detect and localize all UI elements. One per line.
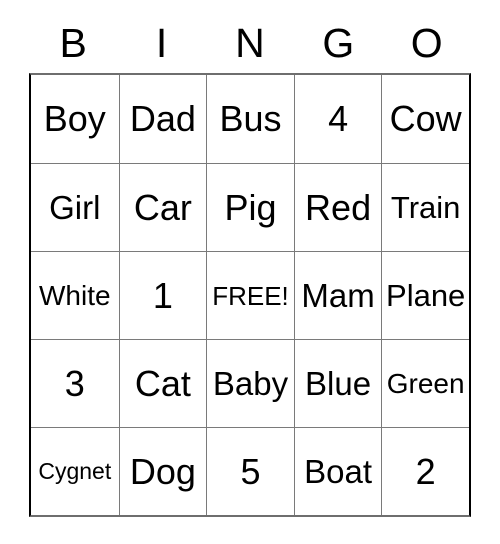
bingo-cell[interactable]: Dog xyxy=(118,427,207,515)
bingo-cell-label: Cow xyxy=(389,98,462,139)
bingo-row: Cygnet Dog 5 Boat 2 xyxy=(31,427,469,515)
bingo-cell-label: Green xyxy=(386,367,465,399)
bingo-cell-label: 5 xyxy=(240,450,261,492)
bingo-cell[interactable]: White xyxy=(31,251,119,339)
bingo-cell-label: Mam xyxy=(301,277,375,314)
bingo-row: 3 Cat Baby Blue Green xyxy=(31,339,469,427)
bingo-cell-label: Baby xyxy=(212,365,289,402)
bingo-cell[interactable]: Boy xyxy=(31,75,119,163)
bingo-cell[interactable]: Dad xyxy=(118,75,207,163)
bingo-cell-label: Car xyxy=(133,186,192,228)
bingo-cell-label: Boy xyxy=(43,98,106,139)
bingo-cell-label: Cygnet xyxy=(38,458,112,484)
bingo-header-letter: O xyxy=(410,20,443,66)
bingo-cell[interactable]: Train xyxy=(381,163,469,251)
bingo-cell[interactable]: Blue xyxy=(293,339,382,427)
bingo-header-row: BINGO xyxy=(29,0,471,73)
bingo-cell-label: Cat xyxy=(134,362,191,404)
bingo-card: B I N G O Boy Dad Bus 4 Cow Girl Car Pig Red Train Whi… xyxy=(29,0,471,517)
bingo-header-letter: I xyxy=(155,20,168,66)
bingo-cell-label: Plane xyxy=(386,278,466,313)
bingo-cell-label: Pig xyxy=(224,186,277,228)
bingo-free-space[interactable]: FREE! xyxy=(206,251,294,339)
bingo-cell-label: 1 xyxy=(152,274,173,316)
bingo-cell-label: Blue xyxy=(305,365,372,402)
bingo-cell[interactable]: Girl xyxy=(31,163,119,251)
bingo-cell-label: FREE! xyxy=(212,280,289,311)
bingo-header-letter: B xyxy=(59,20,87,66)
bingo-cell[interactable]: Red xyxy=(293,163,382,251)
bingo-cell-label: Bus xyxy=(219,98,282,139)
bingo-cell-label: Train xyxy=(390,190,461,225)
bingo-cell[interactable]: Mam xyxy=(293,251,382,339)
bingo-cell-label: 2 xyxy=(415,450,436,492)
bingo-cell[interactable]: Cygnet xyxy=(31,427,119,515)
bingo-cell-label: Girl xyxy=(49,189,101,226)
bingo-cell-label: Dad xyxy=(129,98,196,139)
bingo-cell[interactable]: Pig xyxy=(206,163,294,251)
bingo-cell-label: Red xyxy=(305,186,372,228)
bingo-cell[interactable]: 3 xyxy=(31,339,119,427)
bingo-cell[interactable]: Boat xyxy=(293,427,382,515)
bingo-cell[interactable]: 1 xyxy=(118,251,207,339)
bingo-row: Boy Dad Bus 4 Cow xyxy=(31,75,469,163)
bingo-cell-label: 4 xyxy=(328,98,349,139)
bingo-row: Girl Car Pig Red Train xyxy=(31,163,469,251)
bingo-cell[interactable]: Plane xyxy=(381,251,469,339)
bingo-cell[interactable]: 4 xyxy=(293,75,382,163)
bingo-cell[interactable]: Baby xyxy=(206,339,294,427)
bingo-cell-label: White xyxy=(39,279,111,311)
bingo-cell-label: 3 xyxy=(64,362,85,404)
bingo-cell[interactable]: Bus xyxy=(206,75,294,163)
bingo-cell[interactable]: Car xyxy=(118,163,207,251)
bingo-cell-label: Boat xyxy=(304,453,373,490)
bingo-cell[interactable]: 5 xyxy=(206,427,294,515)
bingo-header-letter: N xyxy=(235,20,265,66)
bingo-cell[interactable]: Cat xyxy=(118,339,207,427)
bingo-cell[interactable]: Cow xyxy=(381,75,469,163)
bingo-cell-label: Dog xyxy=(129,450,196,492)
bingo-cell[interactable]: 2 xyxy=(381,427,469,515)
bingo-cell[interactable]: Green xyxy=(381,339,469,427)
bingo-row: White 1 FREE! Mam Plane xyxy=(31,251,469,339)
bingo-grid: Boy Dad Bus 4 Cow Girl Car Pig Red Train White 1 FRE… xyxy=(29,73,471,517)
bingo-header-letter: G xyxy=(322,20,355,66)
